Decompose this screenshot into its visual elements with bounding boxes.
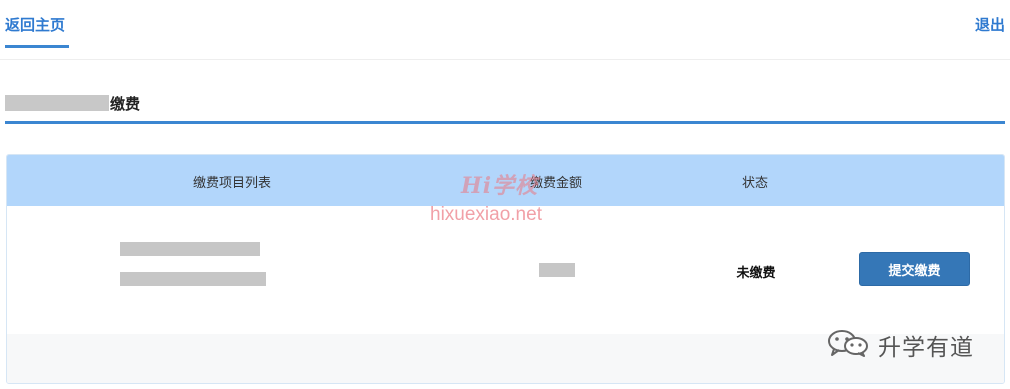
- header-item-list: 缴费项目列表: [192, 176, 272, 191]
- section-divider: [5, 121, 1005, 124]
- header-status: 状态: [741, 176, 769, 191]
- status-label: 未缴费: [736, 266, 776, 281]
- watermark-url: hixuexiao.net: [430, 204, 542, 225]
- submit-payment-button[interactable]: 提交缴费: [859, 252, 970, 286]
- redacted-item-line-1: [120, 242, 260, 256]
- back-home-link[interactable]: 返回主页: [5, 14, 65, 35]
- payment-page: 返回主页 退出 缴费 缴费项目列表 缴费金额 状态 未缴费 提交缴费 Hi学校 …: [0, 0, 1010, 389]
- logout-link[interactable]: 退出: [975, 14, 1005, 35]
- watermark-logo: Hi学校: [461, 173, 539, 199]
- redacted-name: [5, 95, 109, 111]
- redacted-item-line-2: [120, 272, 266, 286]
- section-title-text: 缴费: [110, 94, 141, 113]
- redacted-amount: [539, 263, 575, 277]
- watermark-account: 升学有道: [826, 329, 974, 361]
- active-tab-indicator: [5, 45, 69, 48]
- wechat-icon: [826, 329, 870, 361]
- section-title: 缴费: [5, 92, 140, 114]
- watermark-account-text: 升学有道: [878, 335, 974, 361]
- top-nav: 返回主页 退出: [0, 0, 1010, 60]
